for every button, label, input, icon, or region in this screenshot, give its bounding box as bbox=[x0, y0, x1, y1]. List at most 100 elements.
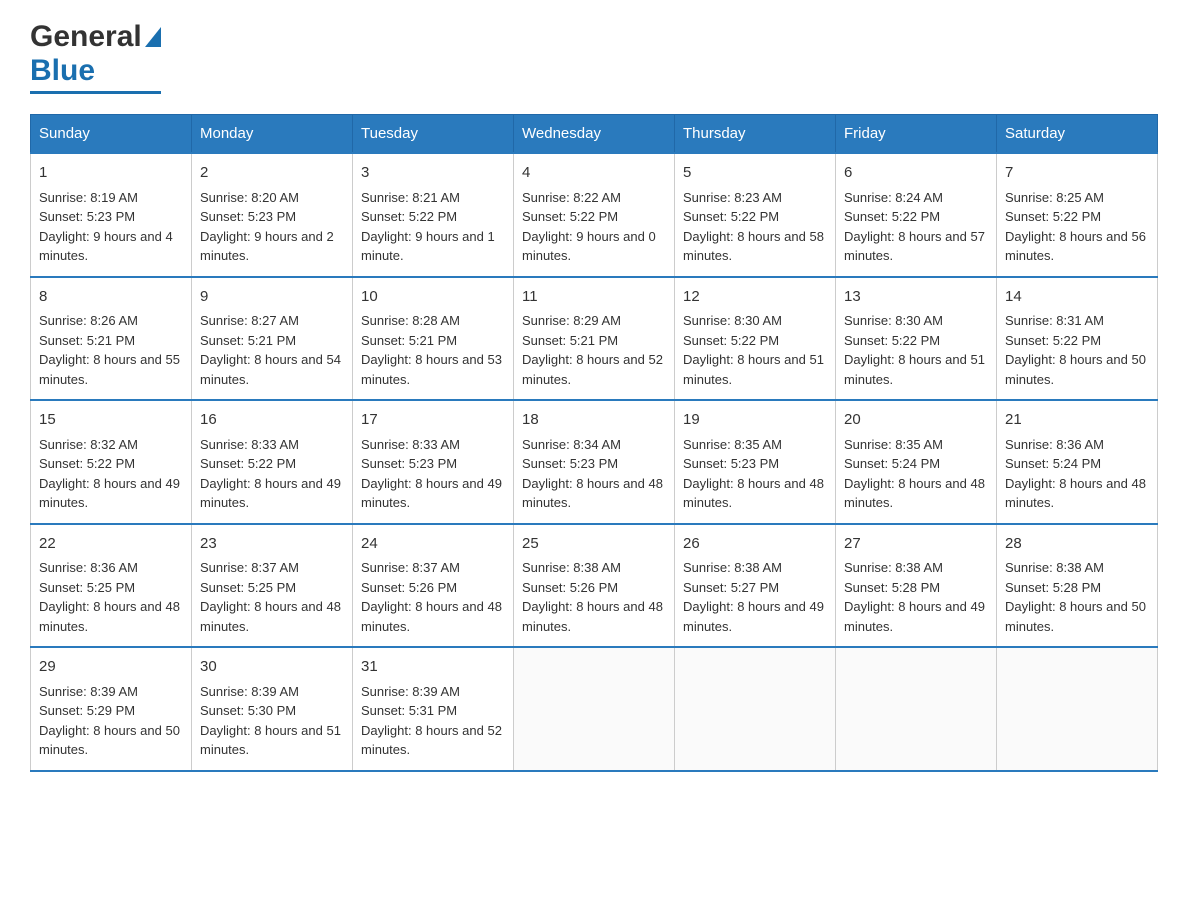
day-number: 31 bbox=[361, 656, 505, 679]
logo-blue-text: Blue bbox=[30, 54, 161, 88]
sunset-text: Sunset: 5:22 PM bbox=[1005, 333, 1101, 348]
sunset-text: Sunset: 5:26 PM bbox=[522, 580, 618, 595]
sunrise-text: Sunrise: 8:26 AM bbox=[39, 313, 138, 328]
calendar-week-row: 29Sunrise: 8:39 AMSunset: 5:29 PMDayligh… bbox=[31, 647, 1158, 771]
daylight-text: Daylight: 9 hours and 4 minutes. bbox=[39, 229, 173, 264]
logo-underline bbox=[30, 91, 161, 94]
daylight-text: Daylight: 9 hours and 0 minutes. bbox=[522, 229, 656, 264]
calendar-cell: 24Sunrise: 8:37 AMSunset: 5:26 PMDayligh… bbox=[353, 524, 514, 648]
column-header-thursday: Thursday bbox=[675, 115, 836, 154]
day-number: 16 bbox=[200, 409, 344, 432]
daylight-text: Daylight: 8 hours and 48 minutes. bbox=[39, 599, 180, 634]
calendar-cell: 17Sunrise: 8:33 AMSunset: 5:23 PMDayligh… bbox=[353, 400, 514, 524]
sunrise-text: Sunrise: 8:39 AM bbox=[39, 684, 138, 699]
sunset-text: Sunset: 5:25 PM bbox=[200, 580, 296, 595]
day-number: 24 bbox=[361, 533, 505, 556]
daylight-text: Daylight: 8 hours and 58 minutes. bbox=[683, 229, 824, 264]
sunset-text: Sunset: 5:23 PM bbox=[683, 456, 779, 471]
calendar-cell: 4 Sunrise: 8:22 AM Sunset: 5:22 PM Daylight… bbox=[514, 153, 675, 277]
day-number: 10 bbox=[361, 286, 505, 309]
sunrise-text: Sunrise: 8:27 AM bbox=[200, 313, 299, 328]
sunset-text: Sunset: 5:21 PM bbox=[522, 333, 618, 348]
day-number: 30 bbox=[200, 656, 344, 679]
sunset-text: Sunset: 5:22 PM bbox=[1005, 209, 1101, 224]
daylight-text: Daylight: 8 hours and 48 minutes. bbox=[522, 599, 663, 634]
sunset-text: Sunset: 5:25 PM bbox=[39, 580, 135, 595]
sunset-text: Sunset: 5:21 PM bbox=[39, 333, 135, 348]
sunset-text: Sunset: 5:22 PM bbox=[844, 333, 940, 348]
calendar-cell: 23Sunrise: 8:37 AMSunset: 5:25 PMDayligh… bbox=[192, 524, 353, 648]
day-number: 1 bbox=[39, 162, 183, 185]
sunrise-text: Sunrise: 8:19 AM bbox=[39, 190, 138, 205]
sunrise-text: Sunrise: 8:38 AM bbox=[683, 560, 782, 575]
sunrise-text: Sunrise: 8:20 AM bbox=[200, 190, 299, 205]
calendar-cell: 27Sunrise: 8:38 AMSunset: 5:28 PMDayligh… bbox=[836, 524, 997, 648]
sunset-text: Sunset: 5:22 PM bbox=[522, 209, 618, 224]
day-number: 4 bbox=[522, 162, 666, 185]
daylight-text: Daylight: 8 hours and 48 minutes. bbox=[1005, 476, 1146, 511]
day-number: 11 bbox=[522, 286, 666, 309]
calendar-cell bbox=[836, 647, 997, 771]
sunrise-text: Sunrise: 8:32 AM bbox=[39, 437, 138, 452]
sunrise-text: Sunrise: 8:36 AM bbox=[39, 560, 138, 575]
day-number: 15 bbox=[39, 409, 183, 432]
calendar-cell: 25 Sunrise: 8:38 AM Sunset: 5:26 PM Dayligh… bbox=[514, 524, 675, 648]
day-number: 25 bbox=[522, 533, 666, 556]
calendar-week-row: 1 Sunrise: 8:19 AM Sunset: 5:23 PM Daylight… bbox=[31, 153, 1158, 277]
sunrise-text: Sunrise: 8:30 AM bbox=[683, 313, 782, 328]
sunset-text: Sunset: 5:22 PM bbox=[844, 209, 940, 224]
sunset-text: Sunset: 5:21 PM bbox=[200, 333, 296, 348]
sunrise-text: Sunrise: 8:39 AM bbox=[361, 684, 460, 699]
sunrise-text: Sunrise: 8:33 AM bbox=[361, 437, 460, 452]
sunset-text: Sunset: 5:28 PM bbox=[1005, 580, 1101, 595]
sunrise-text: Sunrise: 8:35 AM bbox=[683, 437, 782, 452]
column-header-wednesday: Wednesday bbox=[514, 115, 675, 154]
sunset-text: Sunset: 5:24 PM bbox=[844, 456, 940, 471]
day-number: 7 bbox=[1005, 162, 1149, 185]
calendar-cell: 10Sunrise: 8:28 AMSunset: 5:21 PMDayligh… bbox=[353, 277, 514, 401]
calendar-cell: 26Sunrise: 8:38 AMSunset: 5:27 PMDayligh… bbox=[675, 524, 836, 648]
daylight-text: Daylight: 8 hours and 48 minutes. bbox=[200, 599, 341, 634]
calendar-cell: 28Sunrise: 8:38 AMSunset: 5:28 PMDayligh… bbox=[997, 524, 1158, 648]
sunrise-text: Sunrise: 8:28 AM bbox=[361, 313, 460, 328]
sunrise-text: Sunrise: 8:38 AM bbox=[522, 560, 621, 575]
daylight-text: Daylight: 8 hours and 48 minutes. bbox=[522, 476, 663, 511]
calendar-cell: 31Sunrise: 8:39 AMSunset: 5:31 PMDayligh… bbox=[353, 647, 514, 771]
sunrise-text: Sunrise: 8:22 AM bbox=[522, 190, 621, 205]
sunrise-text: Sunrise: 8:39 AM bbox=[200, 684, 299, 699]
sunrise-text: Sunrise: 8:37 AM bbox=[200, 560, 299, 575]
sunrise-text: Sunrise: 8:25 AM bbox=[1005, 190, 1104, 205]
page-header: General Blue bbox=[30, 20, 1158, 94]
day-number: 9 bbox=[200, 286, 344, 309]
sunset-text: Sunset: 5:27 PM bbox=[683, 580, 779, 595]
calendar-table: SundayMondayTuesdayWednesdayThursdayFrid… bbox=[30, 114, 1158, 772]
day-number: 17 bbox=[361, 409, 505, 432]
calendar-cell: 6Sunrise: 8:24 AMSunset: 5:22 PMDaylight… bbox=[836, 153, 997, 277]
day-number: 27 bbox=[844, 533, 988, 556]
day-number: 12 bbox=[683, 286, 827, 309]
day-number: 2 bbox=[200, 162, 344, 185]
sunrise-text: Sunrise: 8:38 AM bbox=[1005, 560, 1104, 575]
calendar-cell bbox=[675, 647, 836, 771]
sunset-text: Sunset: 5:23 PM bbox=[200, 209, 296, 224]
column-header-saturday: Saturday bbox=[997, 115, 1158, 154]
calendar-cell bbox=[997, 647, 1158, 771]
day-number: 26 bbox=[683, 533, 827, 556]
calendar-cell: 5Sunrise: 8:23 AMSunset: 5:22 PMDaylight… bbox=[675, 153, 836, 277]
calendar-cell: 21Sunrise: 8:36 AMSunset: 5:24 PMDayligh… bbox=[997, 400, 1158, 524]
day-number: 14 bbox=[1005, 286, 1149, 309]
calendar-cell: 18Sunrise: 8:34 AMSunset: 5:23 PMDayligh… bbox=[514, 400, 675, 524]
calendar-cell: 30Sunrise: 8:39 AMSunset: 5:30 PMDayligh… bbox=[192, 647, 353, 771]
sunset-text: Sunset: 5:22 PM bbox=[683, 333, 779, 348]
calendar-cell: 20Sunrise: 8:35 AMSunset: 5:24 PMDayligh… bbox=[836, 400, 997, 524]
calendar-week-row: 22Sunrise: 8:36 AMSunset: 5:25 PMDayligh… bbox=[31, 524, 1158, 648]
logo-general-text: General bbox=[30, 20, 142, 54]
sunset-text: Sunset: 5:23 PM bbox=[39, 209, 135, 224]
daylight-text: Daylight: 8 hours and 52 minutes. bbox=[522, 352, 663, 387]
calendar-cell: 15Sunrise: 8:32 AMSunset: 5:22 PMDayligh… bbox=[31, 400, 192, 524]
day-number: 13 bbox=[844, 286, 988, 309]
day-number: 8 bbox=[39, 286, 183, 309]
calendar-cell: 11Sunrise: 8:29 AMSunset: 5:21 PMDayligh… bbox=[514, 277, 675, 401]
sunrise-text: Sunrise: 8:24 AM bbox=[844, 190, 943, 205]
calendar-week-row: 15Sunrise: 8:32 AMSunset: 5:22 PMDayligh… bbox=[31, 400, 1158, 524]
